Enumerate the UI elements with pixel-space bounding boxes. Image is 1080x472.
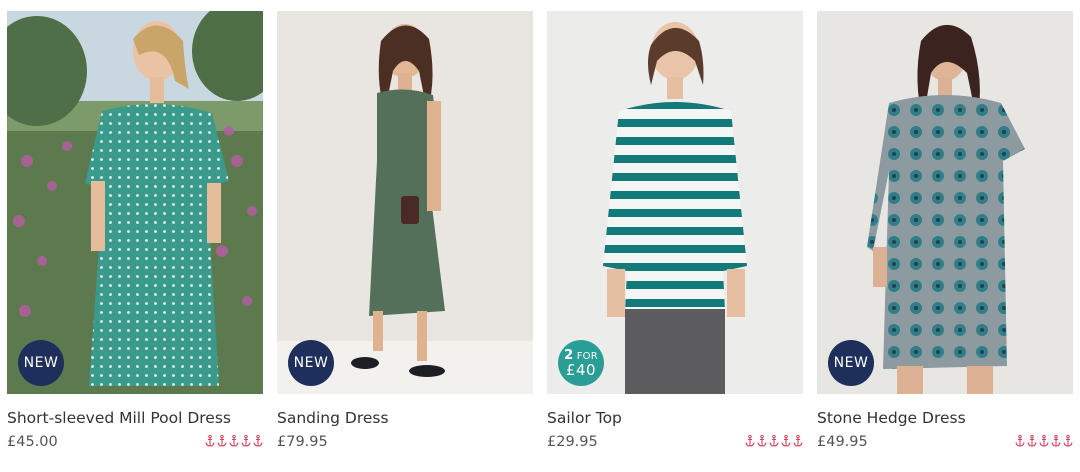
anchor-icon: [745, 435, 755, 447]
anchor-icon: [1015, 435, 1025, 447]
product-image[interactable]: NEW: [277, 11, 533, 394]
new-badge: NEW: [18, 340, 64, 386]
product-card[interactable]: NEW Stone Hedge Dress £49.95: [817, 11, 1073, 461]
badge-label: NEW: [23, 355, 59, 371]
offer-badge-line1: 2 FOR: [564, 347, 598, 363]
anchor-icon: [793, 435, 803, 447]
product-card[interactable]: 2 FOR £40 Sailor Top £29.95: [547, 11, 803, 461]
badge-label: NEW: [833, 355, 869, 371]
product-price: £45.00: [7, 434, 58, 450]
product-image[interactable]: NEW: [817, 11, 1073, 394]
anchor-icon: [229, 435, 239, 447]
anchor-icon: [781, 435, 791, 447]
anchor-icon: [217, 435, 227, 447]
product-price: £49.95: [817, 434, 868, 450]
anchor-icon: [1063, 435, 1073, 447]
anchor-icon: [241, 435, 251, 447]
product-card[interactable]: NEW Short-sleeved Mill Pool Dress £45.00: [7, 11, 263, 461]
anchor-icon: [205, 435, 215, 447]
anchor-icon: [1051, 435, 1061, 447]
rating-anchors: [1015, 435, 1073, 447]
product-image[interactable]: 2 FOR £40: [547, 11, 803, 394]
anchor-icon: [769, 435, 779, 447]
product-name[interactable]: Stone Hedge Dress: [817, 409, 966, 427]
product-grid: NEW Short-sleeved Mill Pool Dress £45.00: [0, 0, 1080, 472]
product-card[interactable]: NEW Sanding Dress £79.95: [277, 11, 533, 461]
anchor-icon: [1027, 435, 1037, 447]
new-badge: NEW: [828, 340, 874, 386]
anchor-icon: [253, 435, 263, 447]
rating-anchors: [745, 435, 803, 447]
offer-badge-line2: £40: [565, 360, 597, 379]
product-name[interactable]: Short-sleeved Mill Pool Dress: [7, 409, 231, 427]
offer-badge: 2 FOR £40: [558, 340, 604, 386]
badge-label: NEW: [293, 355, 329, 371]
new-badge: NEW: [288, 340, 334, 386]
product-price: £79.95: [277, 434, 328, 450]
product-name[interactable]: Sailor Top: [547, 409, 622, 427]
anchor-icon: [757, 435, 767, 447]
product-image[interactable]: NEW: [7, 11, 263, 394]
product-price: £29.95: [547, 434, 598, 450]
anchor-icon: [1039, 435, 1049, 447]
product-name[interactable]: Sanding Dress: [277, 409, 389, 427]
rating-anchors: [205, 435, 263, 447]
